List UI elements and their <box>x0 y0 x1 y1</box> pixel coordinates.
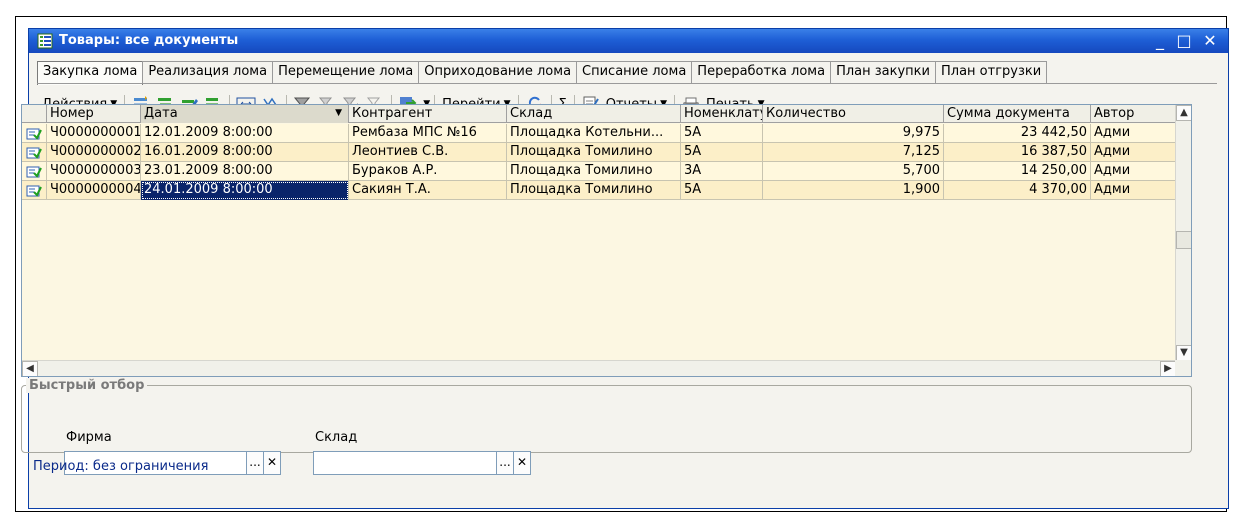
cell-amount[interactable]: 14 250,00 <box>944 162 1091 181</box>
column-header-date[interactable]: Дата ▼ <box>141 105 349 123</box>
posted-document-icon <box>22 124 47 143</box>
scroll-up-icon[interactable]: ▲ <box>1176 105 1191 121</box>
cell-warehouse[interactable]: Площадка Томилино <box>507 181 681 200</box>
cell-quantity[interactable]: 1,900 <box>763 181 944 200</box>
cell-number[interactable]: Ч0000000003 <box>47 162 141 181</box>
cell-counterparty[interactable]: Рембаза МПС №16 <box>349 124 507 143</box>
document-tabs: Закупка лома Реализация лома Перемещение… <box>37 61 1048 85</box>
cell-nomenclature[interactable]: 3А <box>681 162 763 181</box>
tab-purchase-scrap[interactable]: Закупка лома <box>37 61 144 85</box>
period-status[interactable]: Период: без ограничения <box>33 459 208 474</box>
table-header: Номер Дата ▼ Контрагент Склад Номенклату… <box>22 105 1176 123</box>
warehouse-filter-label: Склад <box>315 430 358 445</box>
table-row[interactable]: Ч0000000004 24.01.2009 8:00:00 Сакиян Т.А.… <box>22 181 1176 200</box>
cell-author[interactable]: Адми <box>1091 162 1176 181</box>
tab-purchase-plan[interactable]: План закупки <box>830 61 936 84</box>
tab-shipment-plan[interactable]: План отгрузки <box>935 61 1048 84</box>
table-body: Ч0000000001 12.01.2009 8:00:00 Рембаза МПС… <box>22 124 1176 200</box>
posted-document-icon <box>22 143 47 162</box>
cell-amount[interactable]: 16 387,50 <box>944 143 1091 162</box>
scroll-left-icon[interactable]: ◀ <box>22 361 38 376</box>
cell-nomenclature[interactable]: 5А <box>681 181 763 200</box>
cell-number[interactable]: Ч0000000001 <box>47 124 141 143</box>
table-row[interactable]: Ч0000000003 23.01.2009 8:00:00 Бураков А.Р… <box>22 162 1176 181</box>
quick-filter-title: Быстрый отбор <box>26 378 148 393</box>
scrollbar-corner <box>1175 360 1191 376</box>
documents-table[interactable]: Номер Дата ▼ Контрагент Склад Номенклату… <box>21 104 1192 377</box>
cell-warehouse[interactable]: Площадка Томилино <box>507 143 681 162</box>
warehouse-select-button[interactable]: ... <box>496 451 514 475</box>
sort-desc-icon: ▼ <box>335 108 342 118</box>
list-icon <box>37 33 53 49</box>
header-icon-column <box>22 105 47 123</box>
close-button[interactable]: ✕ <box>1200 30 1220 52</box>
cell-date[interactable]: 24.01.2009 8:00:00 <box>141 181 349 200</box>
cell-counterparty[interactable]: Сакиян Т.А. <box>349 181 507 200</box>
tab-divider <box>37 83 1217 84</box>
horizontal-scrollbar[interactable]: ◀ ▶ <box>22 360 1176 376</box>
tab-process-scrap[interactable]: Переработка лома <box>691 61 832 84</box>
cell-author[interactable]: Адми <box>1091 124 1176 143</box>
posted-document-icon <box>22 162 47 181</box>
firm-label: Фирма <box>66 430 112 445</box>
firm-select-button[interactable]: ... <box>246 451 264 475</box>
tab-sale-scrap[interactable]: Реализация лома <box>142 61 274 84</box>
cell-warehouse[interactable]: Площадка Томилино <box>507 162 681 181</box>
minimize-button[interactable]: _ <box>1150 30 1170 52</box>
cell-counterparty[interactable]: Леонтиев С.В. <box>349 143 507 162</box>
cell-date[interactable]: 23.01.2009 8:00:00 <box>141 162 349 181</box>
cell-number[interactable]: Ч0000000002 <box>47 143 141 162</box>
cell-quantity[interactable]: 9,975 <box>763 124 944 143</box>
cell-nomenclature[interactable]: 5А <box>681 143 763 162</box>
maximize-button[interactable]: □ <box>1174 30 1194 52</box>
quick-filter-group <box>21 385 1192 453</box>
window-title: Товары: все документы <box>59 33 239 48</box>
cell-author[interactable]: Адми <box>1091 181 1176 200</box>
tab-receive-scrap[interactable]: Оприходование лома <box>418 61 578 84</box>
posted-document-icon <box>22 181 47 200</box>
cell-date[interactable]: 16.01.2009 8:00:00 <box>141 143 349 162</box>
warehouse-clear-button[interactable]: ✕ <box>513 451 531 475</box>
cell-nomenclature[interactable]: 5А <box>681 124 763 143</box>
table-row[interactable]: Ч0000000001 12.01.2009 8:00:00 Рембаза МПС… <box>22 124 1176 143</box>
column-header-warehouse[interactable]: Склад <box>507 105 681 123</box>
cell-amount[interactable]: 23 442,50 <box>944 124 1091 143</box>
tab-writeoff-scrap[interactable]: Списание лома <box>576 61 693 84</box>
title-bar[interactable]: Товары: все документы _ □ ✕ <box>29 29 1228 53</box>
warehouse-filter-field[interactable] <box>313 451 497 475</box>
cell-quantity[interactable]: 5,700 <box>763 162 944 181</box>
cell-counterparty[interactable]: Бураков А.Р. <box>349 162 507 181</box>
cell-number[interactable]: Ч0000000004 <box>47 181 141 200</box>
column-header-date-label: Дата <box>144 106 178 121</box>
scroll-down-icon[interactable]: ▼ <box>1176 345 1191 361</box>
cell-amount[interactable]: 4 370,00 <box>944 181 1091 200</box>
firm-clear-button[interactable]: ✕ <box>263 451 281 475</box>
table-row[interactable]: Ч0000000002 16.01.2009 8:00:00 Леонтиев С.… <box>22 143 1176 162</box>
scroll-thumb[interactable] <box>1176 231 1191 249</box>
vertical-scrollbar[interactable]: ▲ ▼ <box>1175 105 1191 361</box>
column-header-quantity[interactable]: Количество <box>763 105 944 123</box>
column-header-author[interactable]: Автор <box>1091 105 1176 123</box>
cell-quantity[interactable]: 7,125 <box>763 143 944 162</box>
column-header-amount[interactable]: Сумма документа <box>944 105 1091 123</box>
scroll-right-icon[interactable]: ▶ <box>1160 361 1176 376</box>
column-header-counterparty[interactable]: Контрагент <box>349 105 507 123</box>
cell-author[interactable]: Адми <box>1091 143 1176 162</box>
column-header-nomenclature[interactable]: Номенклату... <box>681 105 763 123</box>
column-header-number[interactable]: Номер <box>47 105 141 123</box>
tab-move-scrap[interactable]: Перемещение лома <box>272 61 420 84</box>
cell-warehouse[interactable]: Площадка Котельни... <box>507 124 681 143</box>
cell-date[interactable]: 12.01.2009 8:00:00 <box>141 124 349 143</box>
